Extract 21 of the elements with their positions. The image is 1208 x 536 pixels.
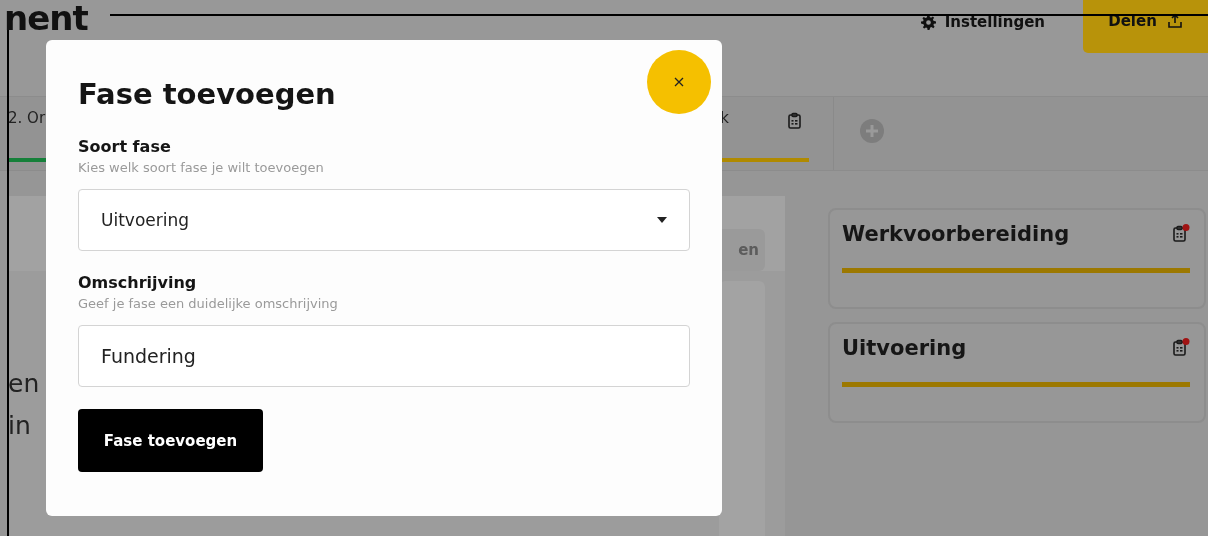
page-title: nent bbox=[4, 0, 88, 36]
field-label: Omschrijving bbox=[78, 273, 198, 293]
phase-title: Werkvoorbereiding bbox=[842, 222, 1070, 246]
input-field[interactable]: Fundering bbox=[78, 325, 690, 387]
field-label: Soort fase bbox=[78, 137, 172, 157]
close-icon bbox=[674, 77, 684, 87]
phase-card[interactable]: Uitvoering bbox=[828, 322, 1206, 423]
caret-icon bbox=[657, 217, 667, 223]
field-hint: Kies welk soort fase je wilt toevoegen bbox=[78, 159, 325, 177]
select-field[interactable]: Uitvoering bbox=[78, 189, 690, 251]
settings-icon bbox=[920, 14, 936, 30]
modal-title: Fase toevoegen bbox=[78, 76, 337, 112]
clipboard-icon[interactable] bbox=[1170, 224, 1190, 244]
phase-card[interactable]: Werkvoorbereiding bbox=[828, 208, 1206, 309]
submit-button[interactable]: Fase toevoegen bbox=[78, 409, 263, 472]
body-text: en bbox=[8, 368, 40, 400]
phase-title: Uitvoering bbox=[842, 336, 967, 360]
settings-button[interactable]: Instellingen bbox=[920, 13, 1045, 31]
clipboard-icon[interactable] bbox=[1170, 338, 1190, 358]
field-hint: Geef je fase een duidelijke omschrijving bbox=[78, 295, 339, 313]
body-text: in bbox=[8, 410, 32, 442]
